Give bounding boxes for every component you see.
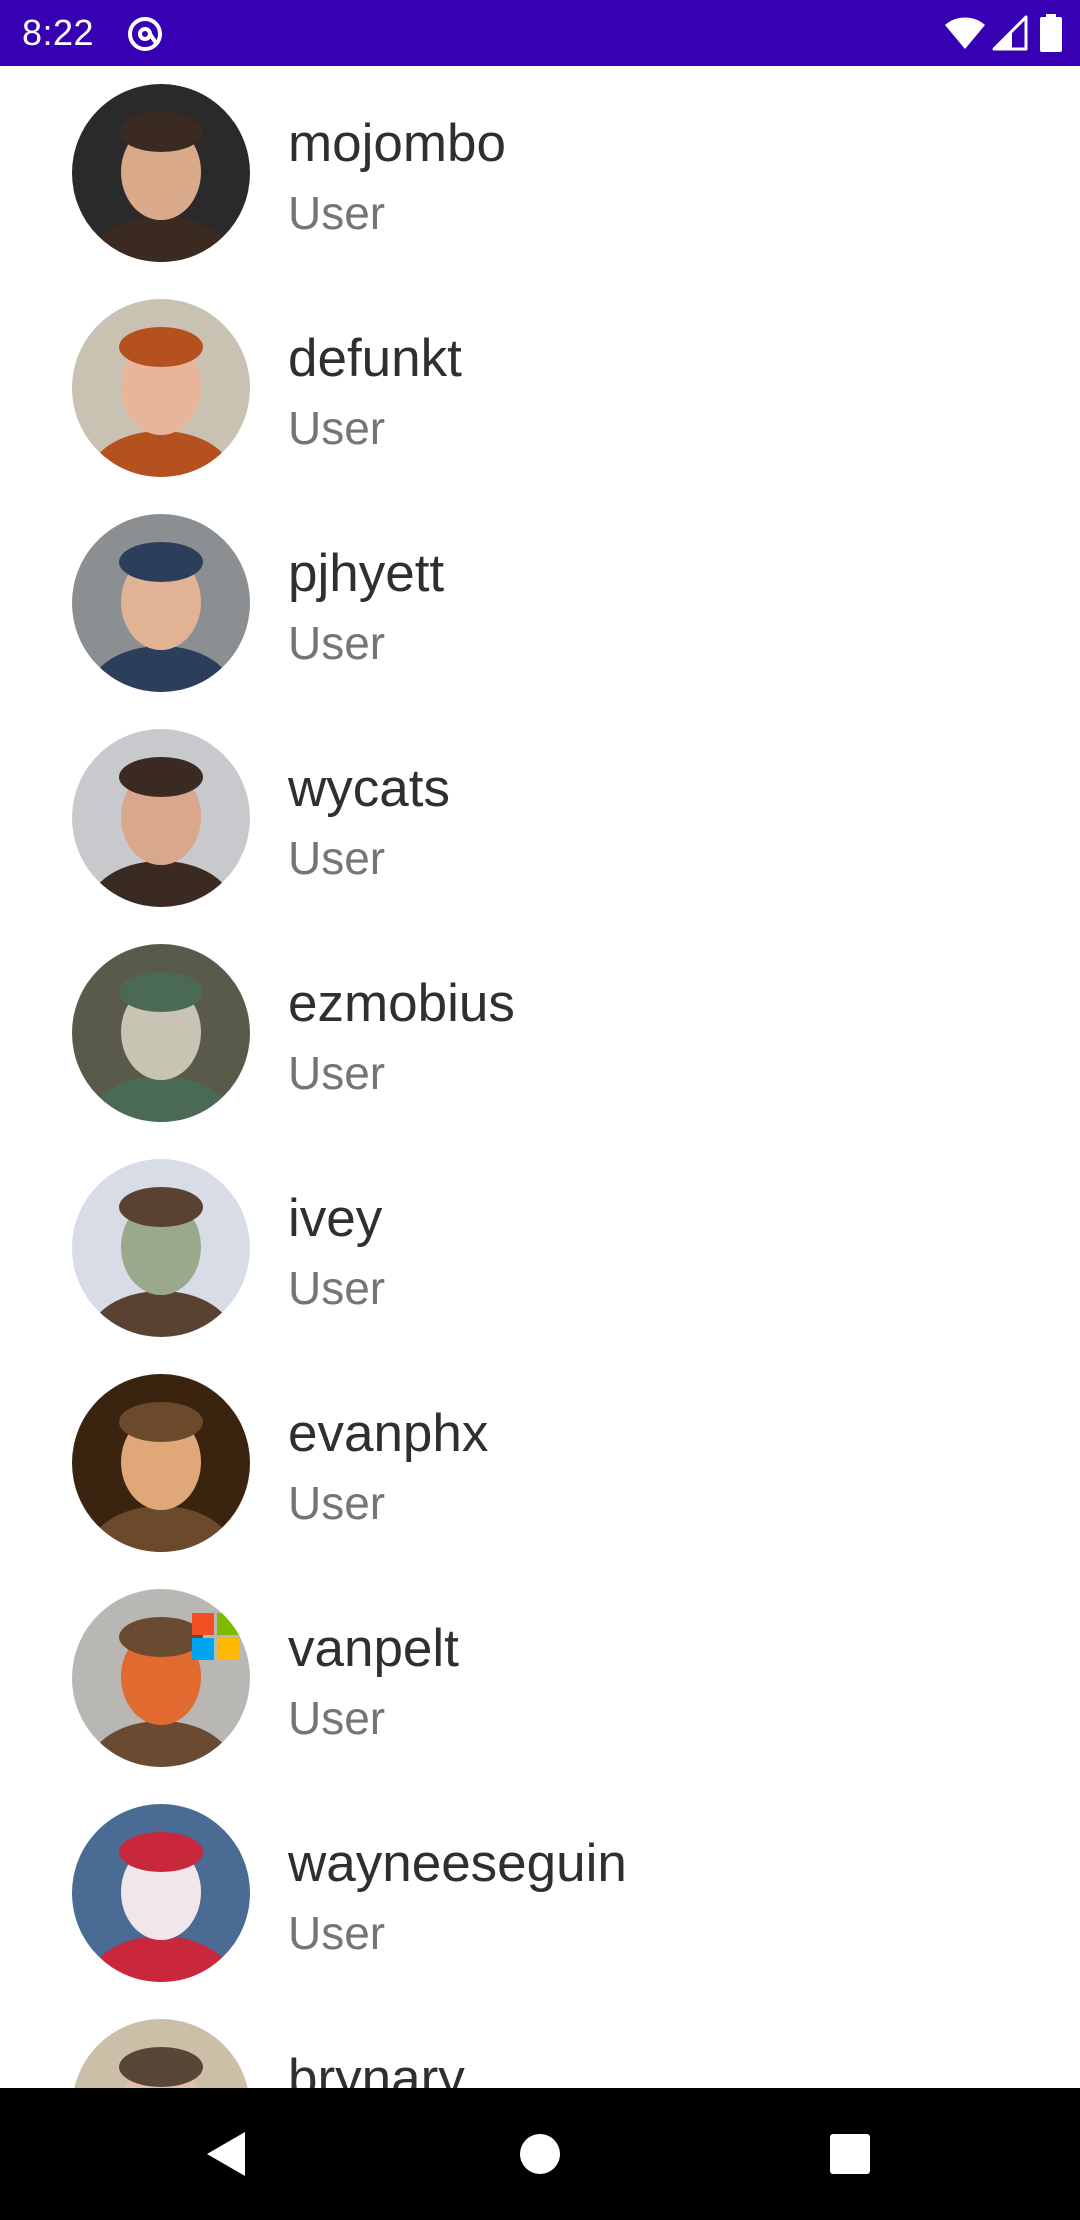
user-row[interactable]: wayneeseguin User bbox=[0, 1786, 1080, 2001]
user-type: User bbox=[288, 1477, 386, 1529]
user-row[interactable]: defunkt User bbox=[0, 281, 1080, 496]
user-login: wayneeseguin bbox=[288, 1834, 627, 1893]
back-icon bbox=[207, 2132, 245, 2176]
avatar bbox=[72, 84, 250, 262]
user-row[interactable]: brynary User bbox=[0, 2001, 1080, 2088]
user-login: evanphx bbox=[288, 1404, 489, 1463]
user-type: User bbox=[288, 1907, 386, 1959]
user-type: User bbox=[288, 1692, 386, 1744]
user-row[interactable]: pjhyett User bbox=[0, 496, 1080, 711]
at-sign-icon bbox=[128, 17, 162, 51]
recents-button[interactable] bbox=[820, 2124, 880, 2184]
avatar bbox=[72, 1159, 250, 1337]
user-login: ezmobius bbox=[288, 974, 515, 1033]
user-login: brynary bbox=[288, 2049, 465, 2088]
avatar bbox=[72, 944, 250, 1122]
user-list: mojombo User defunkt User pjhyett User w… bbox=[0, 66, 1080, 2088]
avatar bbox=[72, 1589, 250, 1767]
user-row[interactable]: evanphx User bbox=[0, 1356, 1080, 1571]
status-time: 8:22 bbox=[22, 12, 95, 53]
user-row[interactable]: ivey User bbox=[0, 1141, 1080, 1356]
user-login: ivey bbox=[288, 1189, 383, 1248]
user-type: User bbox=[288, 1262, 386, 1314]
avatar bbox=[72, 1804, 250, 1982]
user-type: User bbox=[288, 187, 386, 239]
user-login: mojombo bbox=[288, 114, 506, 173]
home-icon bbox=[520, 2134, 560, 2174]
status-icons bbox=[944, 13, 1062, 53]
user-login: vanpelt bbox=[288, 1619, 459, 1678]
user-type: User bbox=[288, 402, 386, 454]
signal-icon bbox=[992, 15, 1028, 51]
avatar bbox=[72, 2019, 250, 2088]
user-row[interactable]: wycats User bbox=[0, 711, 1080, 926]
wifi-icon bbox=[945, 17, 985, 49]
navigation-bar bbox=[0, 2088, 1080, 2220]
user-login: defunkt bbox=[288, 329, 462, 388]
avatar bbox=[72, 729, 250, 907]
home-button[interactable] bbox=[510, 2124, 570, 2184]
user-type: User bbox=[288, 832, 386, 884]
user-row[interactable]: mojombo User bbox=[0, 66, 1080, 281]
user-type: User bbox=[288, 1047, 386, 1099]
avatar bbox=[72, 299, 250, 477]
user-login: wycats bbox=[288, 759, 450, 818]
recents-icon bbox=[830, 2134, 870, 2174]
user-row[interactable]: vanpelt User bbox=[0, 1571, 1080, 1786]
avatar bbox=[72, 514, 250, 692]
user-list-viewport[interactable]: mojombo User defunkt User pjhyett User w… bbox=[0, 66, 1080, 2088]
battery-icon bbox=[1040, 14, 1062, 52]
user-login: pjhyett bbox=[288, 544, 445, 603]
status-bar: 8:22 bbox=[0, 0, 1080, 66]
user-row[interactable]: ezmobius User bbox=[0, 926, 1080, 1141]
back-button[interactable] bbox=[196, 2124, 256, 2184]
user-type: User bbox=[288, 617, 386, 669]
avatar bbox=[72, 1374, 250, 1552]
